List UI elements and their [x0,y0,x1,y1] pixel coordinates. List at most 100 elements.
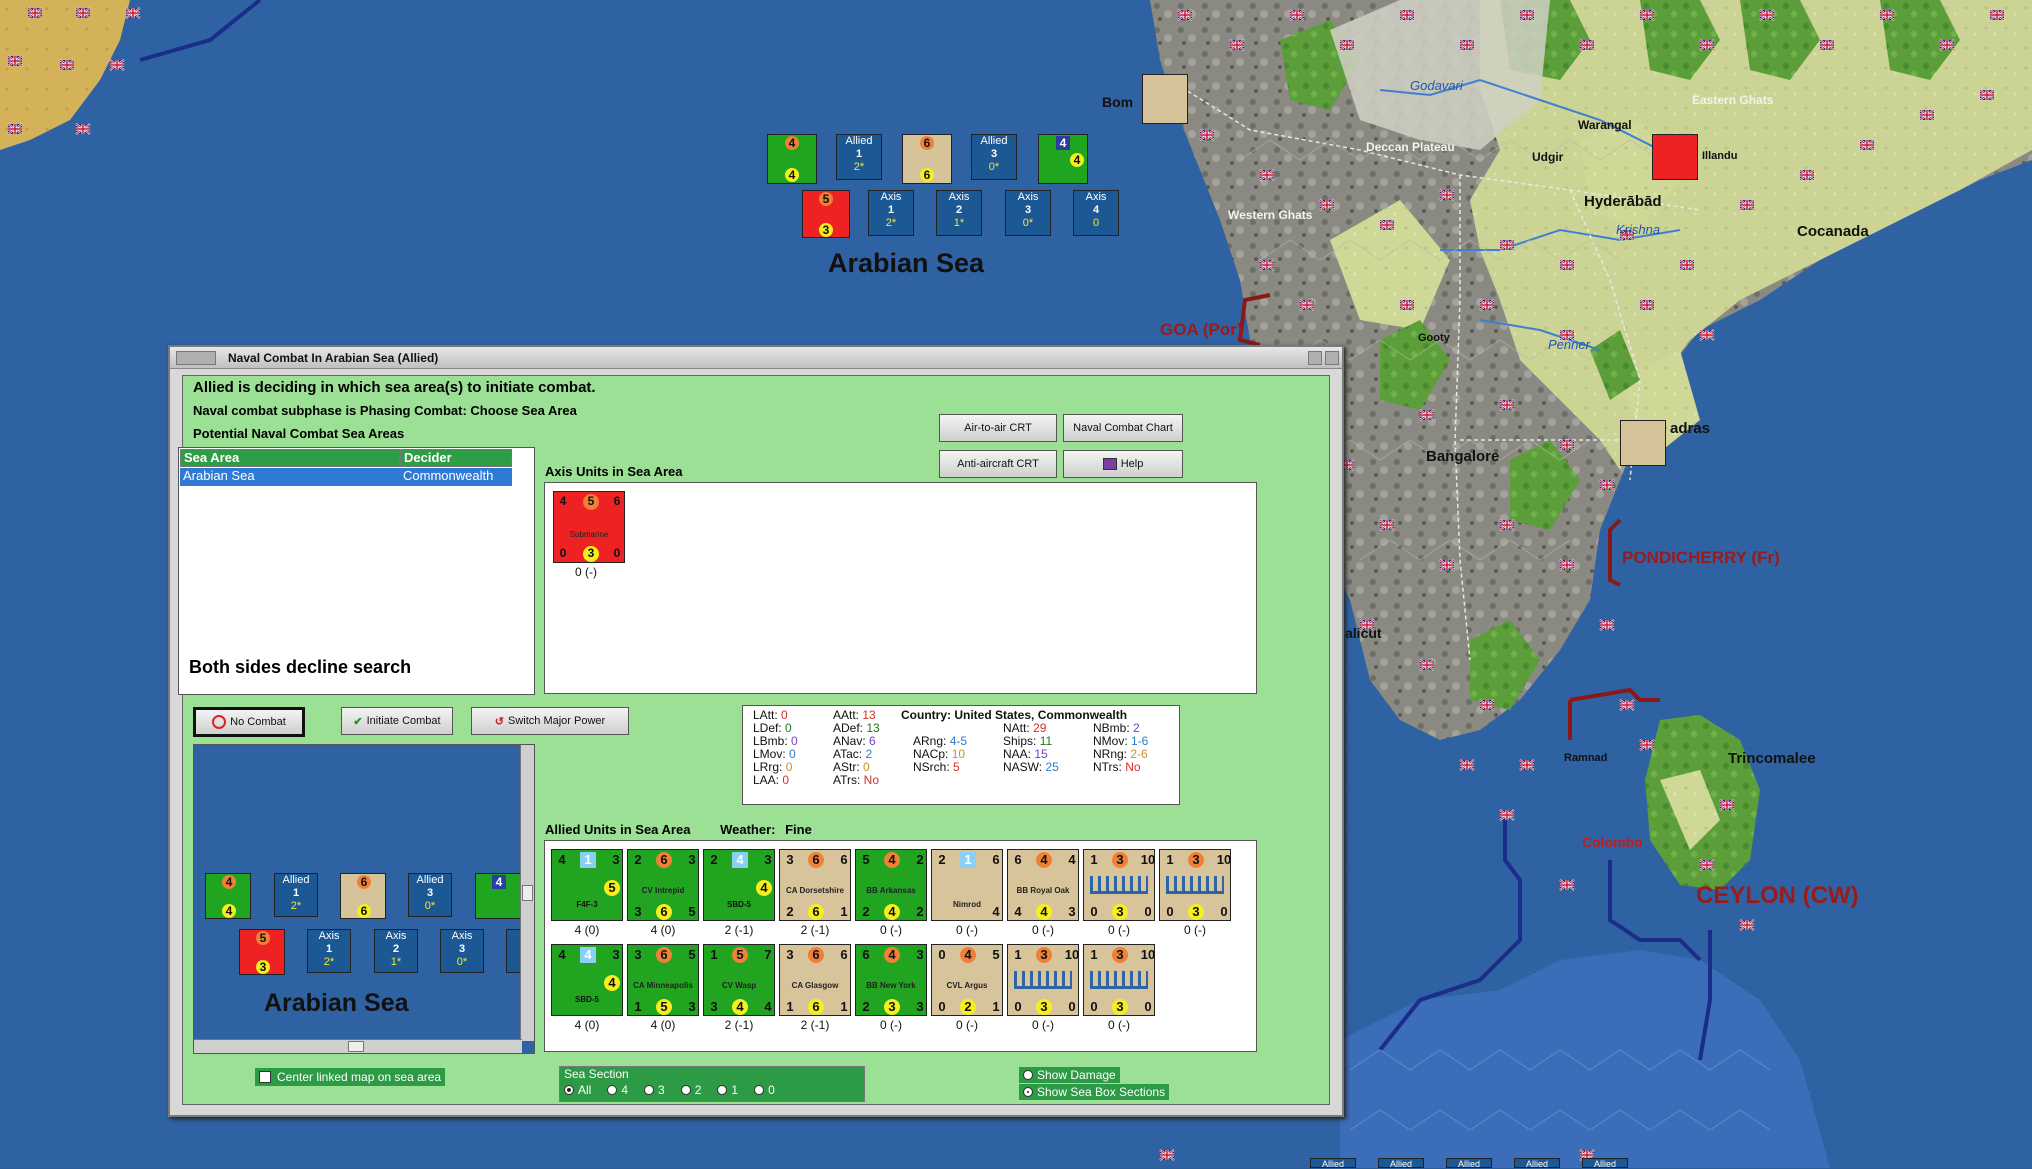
unit-counter-face[interactable]: 6 4 4 4 4 3 BB Royal Oak [1007,849,1079,921]
sea-section-option[interactable]: 0 [754,1083,775,1097]
minimap-hscroll[interactable] [194,1039,522,1053]
map-bottom-allied-box[interactable]: Allied [1582,1158,1628,1169]
allied-unit-counter[interactable]: 0 4 5 0 2 1 CVL Argus 0 (-) [931,944,1003,1034]
map-axis-box-4[interactable]: Axis 4 0 [1073,190,1119,236]
sea-section-radio[interactable] [717,1085,728,1095]
unit-counter-face[interactable]: 5 4 2 2 4 2 BB Arkansas [855,849,927,921]
map-bottom-allied-box[interactable]: Allied [1378,1158,1424,1169]
sea-section-radio[interactable] [564,1085,574,1095]
minimap-axis-box-3[interactable]: Axis 3 0* [440,929,484,973]
sea-section-radio[interactable] [680,1085,691,1095]
window-menu-icon[interactable] [176,351,216,365]
row-sea-area[interactable]: Arabian Sea [180,468,400,486]
window-minimize-icon[interactable] [1308,351,1322,365]
allied-unit-counter[interactable]: 6 4 4 4 4 3 BB Royal Oak 0 (-) [1007,849,1079,939]
anti-aircraft-crt-button[interactable]: Anti-aircraft CRT [939,450,1057,478]
unit-counter-face[interactable]: 1 3 10 0 3 0 [1159,849,1231,921]
unit-counter-face[interactable]: 2 4 3 4 SBD-5 [703,849,775,921]
map-axis-box-3[interactable]: Axis 3 0* [1005,190,1051,236]
unit-counter-face[interactable]: 0 4 5 0 2 1 CVL Argus [931,944,1003,1016]
minimap-allied-box-1[interactable]: Allied 1 2* [274,873,318,917]
map-unit-sbd5[interactable]: 4 4 [1038,134,1088,184]
minimap-axis-box-1[interactable]: Axis 1 2* [307,929,351,973]
col-header-decider[interactable]: Decider [400,449,512,467]
map-bottom-allied-box[interactable]: Allied [1514,1158,1560,1169]
allied-unit-counter[interactable]: 3 6 6 1 6 1 CA Glasgow 2 (-1) [779,944,851,1034]
allied-unit-counter[interactable]: 1 3 10 0 3 0 0 (-) [1159,849,1231,939]
unit-counter-face[interactable]: 1 3 10 0 3 0 [1083,849,1155,921]
map-unit-hq[interactable] [1652,134,1698,180]
no-combat-button[interactable]: No Combat [193,707,305,737]
sea-section-option[interactable]: 2 [680,1083,701,1097]
minimap-axis-box-2[interactable]: Axis 2 1* [374,929,418,973]
allied-unit-counter[interactable]: 4 1 3 5 F4F-3 4 (0) [551,849,623,939]
window-close-icon[interactable] [1325,351,1339,365]
allied-unit-counter[interactable]: 1 3 10 0 3 0 0 (-) [1007,944,1079,1034]
center-map-checkbox[interactable] [259,1071,271,1083]
allied-unit-counter[interactable]: 3 6 5 1 5 3 CA Minneapolis 4 (0) [627,944,699,1034]
show-sea-box-toggle[interactable]: Show Sea Box Sections [1019,1084,1170,1100]
linked-minimap[interactable]: 44 Allied 1 2* 66 Allied 3 0* 4 53 Axis … [193,744,535,1054]
sea-section-option[interactable]: 3 [644,1083,665,1097]
minimap-unit-ca-glasgow[interactable]: 66 [340,873,386,919]
help-button[interactable]: Help [1063,450,1183,478]
sea-section-option[interactable]: All [564,1083,591,1097]
map-unit-bb-arkansas[interactable]: 4 4 [767,134,817,184]
show-damage-toggle[interactable]: Show Damage [1019,1067,1120,1083]
allied-unit-counter[interactable]: 2 4 3 4 SBD-5 2 (-1) [703,849,775,939]
allied-unit-counter[interactable]: 1 5 7 3 4 4 CV Wasp 2 (-1) [703,944,775,1034]
allied-unit-counter[interactable]: 2 6 3 3 6 5 CV Intrepid 4 (0) [627,849,699,939]
minimap-vscroll[interactable] [520,745,534,1041]
allied-unit-counter[interactable]: 3 6 6 2 6 1 CA Dorsetshire 2 (-1) [779,849,851,939]
allied-unit-counter[interactable]: 4 4 3 4 SBD-5 4 (0) [551,944,623,1034]
sea-section-option[interactable]: 1 [717,1083,738,1097]
unit-counter-face[interactable]: 3 6 6 2 6 1 CA Dorsetshire [779,849,851,921]
unit-counter-face[interactable]: 2 1 6 4 Nimrod [931,849,1003,921]
allied-unit-counter[interactable]: 1 3 10 0 3 0 0 (-) [1083,849,1155,939]
naval-combat-chart-button[interactable]: Naval Combat Chart [1063,414,1183,442]
unit-counter-face[interactable]: 4 1 3 5 F4F-3 [551,849,623,921]
window-titlebar[interactable]: Naval Combat In Arabian Sea (Allied) [170,347,1342,369]
initiate-combat-button[interactable]: ✔ Initiate Combat [341,707,453,735]
row-decider[interactable]: Commonwealth [400,468,512,486]
map-axis-box-1[interactable]: Axis 1 2* [868,190,914,236]
switch-major-power-button[interactable]: ↺ Switch Major Power [471,707,629,735]
allied-unit-counter[interactable]: 1 3 10 0 3 0 0 (-) [1083,944,1155,1034]
sea-section-radio[interactable] [644,1085,655,1095]
unit-counter-face[interactable]: 4 4 3 4 SBD-5 [551,944,623,1016]
map-allied-box-1[interactable]: Allied 1 2* [836,134,882,180]
allied-unit-counter[interactable]: 5 4 2 2 4 2 BB Arkansas 0 (-) [855,849,927,939]
map-unit-ca-glasgow[interactable]: 6 6 [902,134,952,184]
unit-counter-face[interactable]: 6 4 3 2 3 3 BB New York [855,944,927,1016]
minimap-vscroll-thumb[interactable] [522,885,533,901]
show-damage-radio[interactable] [1023,1070,1033,1080]
minimap-unit-sbd5[interactable]: 4 [475,873,521,919]
sea-section-option[interactable]: 4 [607,1083,628,1097]
minimap-allied-box-3[interactable]: Allied 3 0* [408,873,452,917]
sea-section-radio[interactable] [607,1085,618,1095]
map-unit-bombay-corps[interactable] [1142,74,1188,124]
map-unit-hurricane[interactable] [1620,420,1666,466]
minimap-unit-bb-arkansas[interactable]: 44 [205,873,251,919]
map-axis-box-2[interactable]: Axis 2 1* [936,190,982,236]
unit-counter-face[interactable]: 1 5 7 3 4 4 CV Wasp [703,944,775,1016]
col-header-sea-area[interactable]: Sea Area [180,449,400,467]
axis-unit-submarine[interactable]: 4 5 6 Submarine 0 3 0 [553,491,625,563]
map-allied-box-3[interactable]: Allied 3 0* [971,134,1017,180]
sea-section-radio[interactable] [754,1085,765,1095]
map-unit-submarine[interactable]: 5 3 [802,190,850,238]
allied-unit-counter[interactable]: 6 4 3 2 3 3 BB New York 0 (-) [855,944,927,1034]
minimap-unit-submarine[interactable]: 53 [239,929,285,975]
unit-counter-face[interactable]: 1 3 10 0 3 0 [1007,944,1079,1016]
unit-counter-face[interactable]: 2 6 3 3 6 5 CV Intrepid [627,849,699,921]
show-sea-box-radio[interactable] [1023,1087,1033,1097]
air-to-air-crt-button[interactable]: Air-to-air CRT [939,414,1057,442]
map-bottom-allied-box[interactable]: Allied [1446,1158,1492,1169]
unit-counter-face[interactable]: 1 3 10 0 3 0 [1083,944,1155,1016]
allied-unit-counter[interactable]: 2 1 6 4 Nimrod 0 (-) [931,849,1003,939]
unit-counter-face[interactable]: 3 6 6 1 6 1 CA Glasgow [779,944,851,1016]
unit-counter-face[interactable]: 3 6 5 1 5 3 CA Minneapolis [627,944,699,1016]
minimap-hscroll-thumb[interactable] [348,1041,364,1052]
map-bottom-allied-box[interactable]: Allied [1310,1158,1356,1169]
center-map-checkbox-row[interactable]: Center linked map on sea area [255,1068,446,1086]
